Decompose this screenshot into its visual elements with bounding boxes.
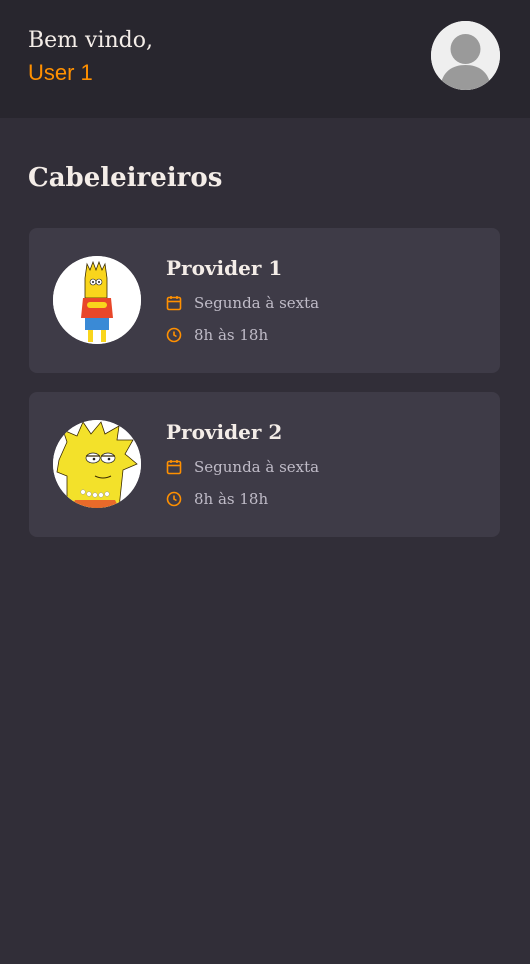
bart-avatar-icon bbox=[53, 256, 141, 344]
provider-hours-row: 8h às 18h bbox=[166, 490, 268, 508]
provider-days-row: Segunda à sexta bbox=[166, 458, 319, 476]
provider-avatar bbox=[53, 256, 141, 344]
calendar-icon bbox=[166, 296, 182, 311]
default-user-icon bbox=[431, 21, 500, 90]
provider-hours-row: 8h às 18h bbox=[166, 326, 268, 344]
calendar-icon bbox=[166, 460, 182, 475]
provider-card[interactable]: Provider 1 Segunda à sexta 8h às 18h bbox=[29, 228, 500, 373]
provider-name: Provider 1 bbox=[166, 256, 283, 280]
username-link[interactable]: User 1 bbox=[28, 59, 153, 87]
provider-days: Segunda à sexta bbox=[194, 458, 320, 476]
lisa-avatar-icon bbox=[53, 420, 141, 508]
provider-name: Provider 2 bbox=[166, 420, 283, 444]
provider-hours: 8h às 18h bbox=[194, 326, 269, 344]
provider-days-row: Segunda à sexta bbox=[166, 294, 319, 312]
clock-icon bbox=[166, 491, 182, 507]
welcome-text: Bem vindo, bbox=[28, 28, 153, 53]
user-avatar[interactable] bbox=[431, 21, 500, 90]
app-header: Bem vindo, User 1 bbox=[0, 0, 530, 118]
provider-card[interactable]: Provider 2 Segunda à sexta 8h às 18h bbox=[29, 392, 500, 537]
section-title: Cabeleireiros bbox=[28, 163, 223, 193]
greeting: Bem vindo, User 1 bbox=[28, 27, 153, 87]
provider-avatar bbox=[53, 420, 141, 508]
clock-icon bbox=[166, 327, 182, 343]
provider-days: Segunda à sexta bbox=[194, 294, 320, 312]
provider-hours: 8h às 18h bbox=[194, 490, 269, 508]
